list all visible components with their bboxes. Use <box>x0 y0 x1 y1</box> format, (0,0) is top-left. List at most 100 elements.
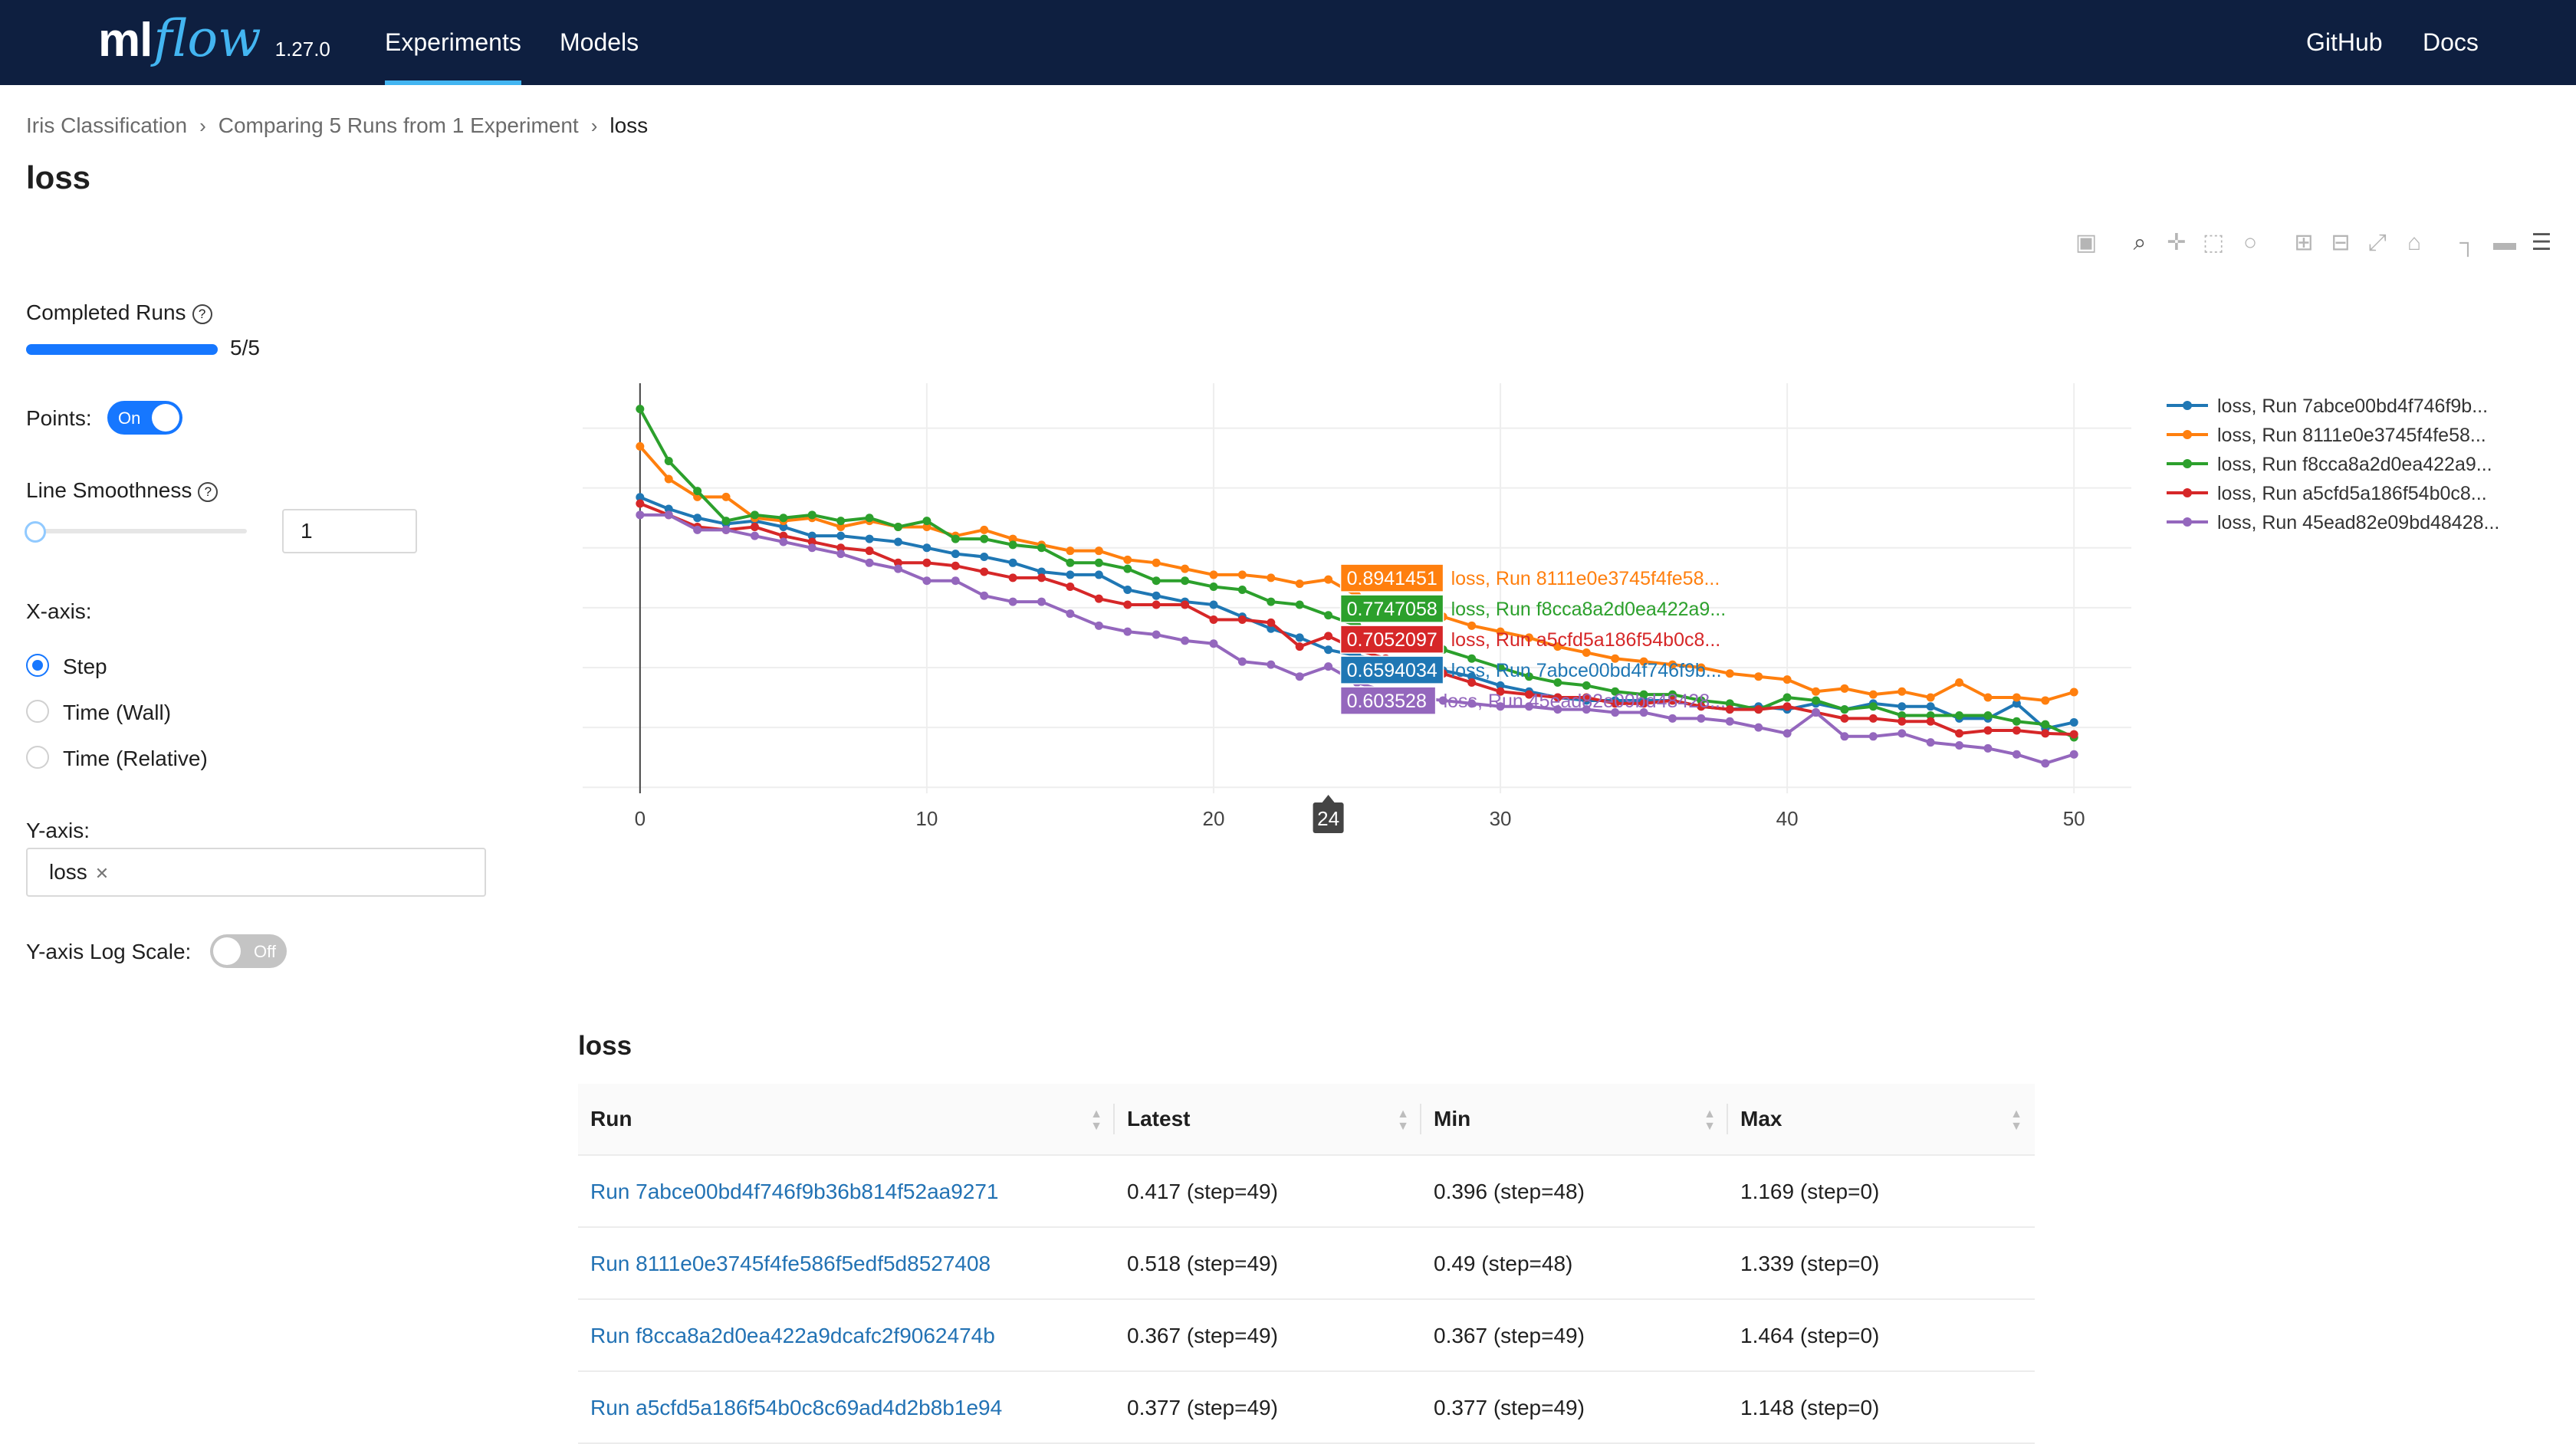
data-point[interactable] <box>1152 630 1161 639</box>
data-point[interactable] <box>779 514 788 523</box>
data-point[interactable] <box>1955 729 1964 738</box>
data-point[interactable] <box>1582 681 1591 690</box>
data-point[interactable] <box>980 534 989 543</box>
data-point[interactable] <box>1152 576 1161 586</box>
xaxis-option-time-relative[interactable]: Time (Relative) <box>63 747 208 771</box>
data-point[interactable] <box>1783 702 1792 711</box>
data-point[interactable] <box>2069 688 2078 697</box>
data-point[interactable] <box>1983 711 1993 720</box>
data-point[interactable] <box>922 517 932 526</box>
data-point[interactable] <box>893 537 902 546</box>
data-point[interactable] <box>1237 615 1247 625</box>
data-point[interactable] <box>1123 600 1132 609</box>
data-point[interactable] <box>2012 693 2021 702</box>
nav-github[interactable]: GitHub <box>2306 0 2383 85</box>
data-point[interactable] <box>1066 609 1075 619</box>
data-point[interactable] <box>636 441 645 451</box>
data-point[interactable] <box>1840 732 1849 741</box>
data-point[interactable] <box>1152 591 1161 600</box>
data-point[interactable] <box>2041 729 2050 738</box>
legend-entry[interactable]: loss, Run a5cfd5a186f54b0c8... <box>2217 483 2487 504</box>
smoothness-slider-track[interactable] <box>35 529 247 533</box>
data-point[interactable] <box>2041 759 2050 768</box>
data-point[interactable] <box>836 531 846 540</box>
data-point[interactable] <box>1725 717 1734 726</box>
data-point[interactable] <box>1324 662 1333 671</box>
data-point[interactable] <box>1123 555 1132 564</box>
data-point[interactable] <box>1840 714 1849 723</box>
data-point[interactable] <box>1955 678 1964 688</box>
data-point[interactable] <box>1324 611 1333 620</box>
breadcrumb-experiment[interactable]: Iris Classification <box>26 113 187 138</box>
data-point[interactable] <box>807 543 816 553</box>
data-point[interactable] <box>2069 750 2078 759</box>
data-point[interactable] <box>750 522 759 531</box>
data-point[interactable] <box>2069 717 2078 727</box>
run-link[interactable]: Run f8cca8a2d0ea422a9dcafc2f9062474b <box>578 1300 995 1370</box>
sort-icon[interactable]: ▲ ▼ <box>2010 1084 2022 1133</box>
lasso-icon[interactable]: ○ <box>2239 231 2262 254</box>
data-point[interactable] <box>1812 687 1821 696</box>
data-point[interactable] <box>1783 693 1792 702</box>
data-point[interactable] <box>1840 684 1849 693</box>
data-point[interactable] <box>1008 558 1017 567</box>
hover-closest-icon[interactable]: ▬ <box>2493 231 2516 254</box>
sort-icon[interactable]: ▲ ▼ <box>1090 1084 1102 1133</box>
data-point[interactable] <box>1066 583 1075 592</box>
data-point[interactable] <box>836 550 846 559</box>
data-point[interactable] <box>1840 705 1849 714</box>
data-point[interactable] <box>922 543 932 553</box>
help-icon[interactable]: ? <box>192 304 212 324</box>
data-point[interactable] <box>693 487 702 496</box>
data-point[interactable] <box>1037 573 1046 583</box>
data-point[interactable] <box>2012 717 2021 726</box>
data-point[interactable] <box>1267 573 1276 583</box>
data-point[interactable] <box>1898 717 1907 726</box>
data-point[interactable] <box>750 531 759 540</box>
column-header-latest[interactable]: Latest ▲ ▼ <box>1115 1084 1421 1154</box>
data-point[interactable] <box>951 550 960 559</box>
help-icon[interactable]: ? <box>198 482 219 502</box>
data-point[interactable] <box>1324 632 1333 641</box>
data-point[interactable] <box>1754 723 1763 732</box>
points-toggle[interactable]: On <box>107 401 182 435</box>
run-link[interactable]: Run a5cfd5a186f54b0c8c69ad4d2b8b1e94 <box>578 1372 1002 1442</box>
zoom-in-icon[interactable]: ⊞ <box>2292 231 2315 254</box>
xaxis-radio-time-relative[interactable] <box>26 746 49 769</box>
data-point[interactable] <box>721 492 731 501</box>
data-point[interactable] <box>1094 594 1103 603</box>
data-point[interactable] <box>1181 576 1190 586</box>
data-point[interactable] <box>1152 600 1161 609</box>
sort-icon[interactable]: ▲ ▼ <box>1704 1084 1716 1133</box>
data-point[interactable] <box>865 558 874 567</box>
yaxis-tag[interactable]: loss ✕ <box>49 860 109 884</box>
smoothness-slider-handle[interactable] <box>25 521 46 543</box>
legend-entry[interactable]: loss, Run 7abce00bd4f746f9b... <box>2217 395 2488 417</box>
data-point[interactable] <box>980 567 989 576</box>
data-point[interactable] <box>2012 726 2021 735</box>
data-point[interactable] <box>1181 636 1190 645</box>
data-point[interactable] <box>1066 546 1075 556</box>
data-point[interactable] <box>664 510 673 520</box>
spike-lines-icon[interactable]: ┐ <box>2456 231 2479 254</box>
data-point[interactable] <box>1008 573 1017 583</box>
data-point[interactable] <box>951 534 960 543</box>
data-point[interactable] <box>980 591 989 600</box>
data-point[interactable] <box>1783 675 1792 684</box>
data-point[interactable] <box>922 576 932 586</box>
run-link[interactable]: Run 8111e0e3745f4fe586f5edf5d8527408 <box>578 1228 991 1298</box>
data-point[interactable] <box>1926 738 1935 747</box>
legend-entry[interactable]: loss, Run f8cca8a2d0ea422a9... <box>2217 454 2492 475</box>
data-point[interactable] <box>1295 642 1304 651</box>
box-select-icon[interactable]: ⬚ <box>2202 231 2225 254</box>
data-point[interactable] <box>1181 564 1190 573</box>
camera-icon[interactable]: ▣ <box>2075 231 2098 254</box>
xaxis-option-time-wall[interactable]: Time (Wall) <box>63 701 171 725</box>
data-point[interactable] <box>1295 579 1304 589</box>
data-point[interactable] <box>1754 705 1763 714</box>
data-point[interactable] <box>807 510 816 520</box>
data-point[interactable] <box>693 514 702 523</box>
data-point[interactable] <box>1209 600 1218 609</box>
xaxis-radio-time-wall[interactable] <box>26 700 49 723</box>
data-point[interactable] <box>721 517 731 526</box>
